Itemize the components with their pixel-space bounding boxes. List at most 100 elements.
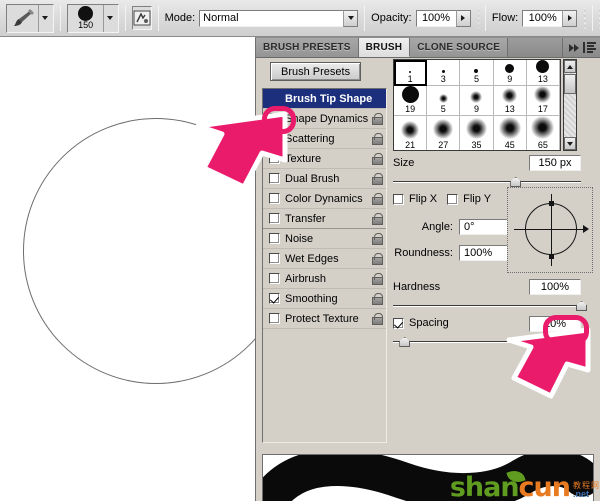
color-dynamics-checkbox[interactable] — [269, 193, 280, 204]
brush-tip-size-label: 35 — [471, 140, 482, 150]
brush-tip-cell[interactable]: 45 — [494, 116, 527, 150]
blend-mode-combo[interactable]: Normal — [199, 9, 359, 27]
blend-mode-value[interactable]: Normal — [199, 9, 344, 27]
angle-value-field[interactable]: 0° — [459, 219, 513, 235]
brush-option-brush-tip-shape[interactable]: Brush Tip Shape — [263, 89, 386, 109]
flow-value[interactable]: 100% — [522, 9, 563, 27]
roundness-handle-bottom[interactable] — [549, 254, 554, 259]
brush-option-label: Texture — [285, 152, 322, 165]
brush-tip-cell[interactable]: 35 — [460, 116, 494, 150]
brush-tip-cell[interactable]: 9 — [460, 86, 494, 116]
brush-preset-dropdown[interactable] — [102, 4, 117, 32]
brush-option-wet-edges[interactable]: Wet Edges — [263, 249, 386, 269]
flow-pressure-icon[interactable] — [584, 7, 586, 29]
lock-icon[interactable] — [371, 252, 383, 265]
opacity-value[interactable]: 100% — [415, 9, 456, 27]
chevron-right-icon — [567, 15, 572, 21]
lock-icon[interactable] — [371, 152, 383, 165]
brush-option-label: Smoothing — [285, 292, 338, 305]
brush-option-smoothing[interactable]: Smoothing — [263, 289, 386, 309]
brush-tip-thumb — [534, 86, 552, 103]
brush-tip-cell[interactable]: 5 — [427, 86, 461, 116]
hardness-value-field[interactable]: 100% — [529, 279, 581, 295]
brush-option-protect-texture[interactable]: Protect Texture — [263, 309, 386, 329]
horizontal-axis — [514, 229, 586, 230]
brush-tip-thumb — [498, 117, 521, 139]
toggle-brush-panel-button[interactable] — [131, 6, 152, 30]
brush-tip-cell[interactable]: 9 — [493, 60, 527, 86]
protect-texture-checkbox[interactable] — [269, 313, 280, 324]
tab-brush-presets[interactable]: BRUSH PRESETS — [256, 38, 359, 57]
lock-icon[interactable] — [371, 112, 383, 125]
slider-knob[interactable] — [576, 301, 587, 311]
brush-tip-cell[interactable]: 65 — [527, 116, 560, 150]
double-chevron-right-icon[interactable] — [569, 43, 579, 52]
toolbar-divider — [157, 5, 159, 31]
lock-icon[interactable] — [371, 132, 383, 145]
document-canvas[interactable] — [0, 37, 289, 501]
brush-tip-cell[interactable]: 27 — [427, 116, 461, 150]
transfer-checkbox[interactable] — [269, 213, 280, 224]
brush-tip-scrollbar[interactable] — [563, 59, 577, 151]
brush-option-label: Noise — [285, 232, 314, 245]
lock-icon[interactable] — [371, 232, 383, 245]
toolbar-grip[interactable] — [2, 4, 3, 32]
lock-icon[interactable] — [371, 292, 383, 305]
brush-tip-grid[interactable]: 1 3 5 9 13 19 5 9 13 17 21 27 35 45 65 — [393, 59, 561, 151]
flip-y-option[interactable]: Flip Y — [447, 193, 491, 205]
smoothing-checkbox[interactable] — [269, 293, 280, 304]
brush-option-label: Scattering — [285, 132, 335, 145]
brush-tip-cell[interactable]: 19 — [394, 86, 428, 116]
airbrush-checkbox[interactable] — [269, 273, 280, 284]
brush-option-noise[interactable]: Noise — [263, 229, 386, 249]
flip-x-option[interactable]: Flip X — [393, 193, 437, 205]
brush-option-airbrush[interactable]: Airbrush — [263, 269, 386, 289]
opacity-combo[interactable]: 100% — [415, 9, 471, 27]
roundness-value-field[interactable]: 100% — [459, 245, 513, 261]
tab-brush[interactable]: BRUSH — [358, 38, 411, 57]
size-value-field[interactable]: 150 px — [529, 155, 581, 171]
lock-icon[interactable] — [371, 192, 383, 205]
slider-track — [393, 181, 581, 183]
brush-tool-dropdown[interactable] — [37, 4, 52, 32]
scroll-down-arrow-icon[interactable] — [564, 137, 576, 150]
opacity-slider-arrow[interactable] — [455, 9, 471, 27]
flip-x-checkbox[interactable] — [393, 193, 404, 205]
scroll-up-arrow-icon[interactable] — [564, 60, 576, 73]
spacing-checkbox[interactable] — [393, 317, 404, 329]
angle-roundness-preview[interactable] — [507, 187, 593, 273]
brush-tip-thumb — [502, 88, 518, 103]
tab-clone-source[interactable]: CLONE SOURCE — [410, 38, 509, 57]
blend-mode-dropdown-arrow[interactable] — [343, 9, 359, 27]
panel-tab-icons — [563, 38, 600, 57]
brush-option-transfer[interactable]: Transfer — [263, 209, 386, 229]
brush-tip-cell[interactable]: 13 — [526, 60, 560, 86]
slider-knob[interactable] — [510, 177, 522, 187]
brush-tool-button[interactable] — [5, 3, 54, 33]
flow-combo[interactable]: 100% — [522, 9, 578, 27]
flip-y-checkbox[interactable] — [447, 193, 459, 205]
flow-slider-arrow[interactable] — [562, 9, 578, 27]
hardness-slider[interactable] — [393, 300, 587, 312]
watermark-tag-bottom: .net — [573, 489, 590, 499]
brush-presets-button[interactable]: Brush Presets — [270, 62, 362, 81]
brush-tip-cell[interactable]: 5 — [460, 60, 494, 86]
roundness-handle-top[interactable] — [549, 201, 554, 206]
lock-icon[interactable] — [371, 212, 383, 225]
opacity-pressure-icon[interactable] — [477, 7, 479, 29]
lock-icon[interactable] — [371, 272, 383, 285]
panel-menu-icon[interactable] — [583, 42, 596, 53]
brush-preset-picker[interactable]: 150 — [66, 3, 119, 33]
brush-tip-cell[interactable]: 17 — [526, 86, 560, 116]
noise-checkbox[interactable] — [269, 233, 280, 244]
brush-tip-cell[interactable]: 13 — [493, 86, 527, 116]
brush-tip-thumb — [531, 116, 555, 139]
brush-tip-cell[interactable]: 1 — [394, 60, 428, 86]
brush-tip-cell[interactable]: 3 — [427, 60, 461, 86]
slider-knob[interactable] — [399, 337, 411, 347]
lock-icon[interactable] — [371, 312, 383, 325]
lock-icon[interactable] — [371, 172, 383, 185]
wet-edges-checkbox[interactable] — [269, 253, 280, 264]
scrollbar-thumb[interactable] — [564, 74, 576, 94]
brush-tip-cell[interactable]: 21 — [394, 116, 428, 150]
